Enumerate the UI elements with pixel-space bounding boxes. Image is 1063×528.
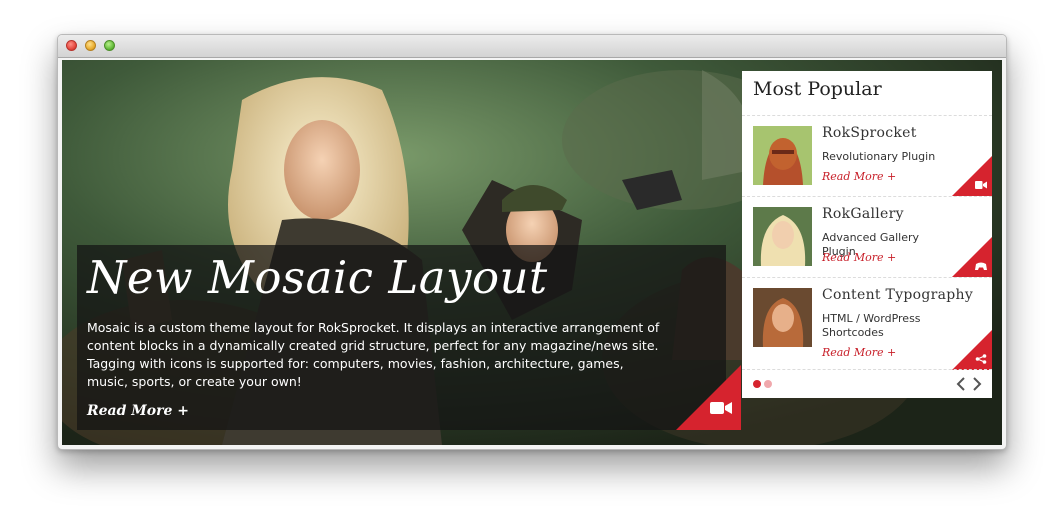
chevron-left-icon[interactable] bbox=[954, 376, 968, 392]
popular-item-subtitle: HTML / WordPress Shortcodes bbox=[822, 312, 921, 339]
video-camera-icon bbox=[710, 402, 732, 414]
popular-item-read-more[interactable]: Read More + bbox=[822, 170, 896, 183]
popular-item-read-more[interactable]: Read More + bbox=[822, 251, 896, 264]
popular-pagination bbox=[742, 369, 992, 398]
popular-item-roksprocket: RokSprocket Revolutionary Plugin Read Mo… bbox=[742, 115, 992, 196]
hero-caption: New Mosaic Layout Mosaic is a custom the… bbox=[77, 245, 741, 430]
browser-window: New Mosaic Layout Mosaic is a custom the… bbox=[57, 34, 1007, 450]
rokgallery-thumbnail[interactable] bbox=[753, 207, 812, 266]
zoom-window-button[interactable] bbox=[104, 40, 115, 51]
popular-item-title[interactable]: RokGallery bbox=[822, 206, 904, 222]
hero-description: Mosaic is a custom theme layout for RokS… bbox=[87, 320, 660, 389]
popular-item-tag bbox=[952, 330, 992, 370]
popular-item-read-more[interactable]: Read More + bbox=[822, 346, 896, 359]
popular-item-rokgallery: RokGallery Advanced Gallery Plugin Read … bbox=[742, 196, 992, 277]
roksprocket-thumbnail[interactable] bbox=[753, 126, 812, 185]
hero-read-more-link[interactable]: Read More + bbox=[87, 403, 189, 419]
content-typography-thumbnail[interactable] bbox=[753, 288, 812, 347]
pagination-dot-2[interactable] bbox=[764, 380, 772, 388]
video-camera-icon bbox=[975, 181, 987, 189]
close-window-button[interactable] bbox=[66, 40, 77, 51]
popular-item-tag bbox=[952, 156, 992, 196]
most-popular-title: Most Popular bbox=[753, 78, 882, 100]
minimize-window-button[interactable] bbox=[85, 40, 96, 51]
hero-title[interactable]: New Mosaic Layout bbox=[87, 251, 548, 304]
popular-item-title[interactable]: Content Typography bbox=[822, 287, 973, 303]
popular-item-title[interactable]: RokSprocket bbox=[822, 125, 917, 141]
hero-tag-corner bbox=[676, 365, 741, 430]
popular-item-tag bbox=[952, 237, 992, 277]
popular-item-content-typography: Content Typography HTML / WordPress Shor… bbox=[742, 277, 992, 370]
showcase-content: New Mosaic Layout Mosaic is a custom the… bbox=[62, 60, 1002, 445]
pagination-dot-1[interactable] bbox=[753, 380, 761, 388]
most-popular-panel: Most Popular RokSprocket Revolutionary P… bbox=[742, 71, 992, 398]
gamepad-icon bbox=[975, 262, 987, 270]
chevron-right-icon[interactable] bbox=[970, 376, 984, 392]
share-icon bbox=[975, 354, 987, 364]
window-titlebar bbox=[58, 35, 1006, 58]
popular-item-subtitle: Revolutionary Plugin bbox=[822, 150, 936, 163]
